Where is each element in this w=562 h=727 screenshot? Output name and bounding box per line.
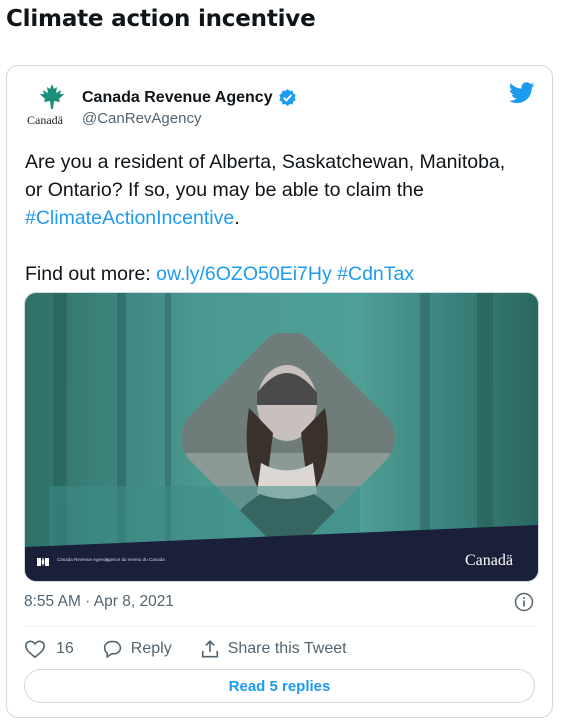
- tweet-text: Are you a resident of Alberta, Saskatche…: [25, 148, 525, 288]
- tweet-text-period: .: [234, 207, 240, 229]
- tweet-actions: 16 Reply Share this Tweet: [24, 636, 375, 662]
- reply-bubble-icon: [103, 640, 121, 659]
- avatar-wordmark: Canadä: [27, 113, 63, 127]
- heart-icon: [25, 640, 45, 659]
- verified-badge-icon: [278, 88, 296, 107]
- twitter-bird-icon[interactable]: [509, 82, 535, 104]
- tweet-text-line2: Find out more:: [25, 263, 157, 285]
- tweet-text-line1: Are you a resident of Alberta, Saskatche…: [25, 151, 506, 201]
- hashtag-climate-action-incentive[interactable]: #ClimateActionIncentive: [25, 207, 234, 229]
- embedded-tweet-card[interactable]: Canadä Canada Revenue Agency @CanRevAgen…: [6, 65, 553, 718]
- media-canada-wordmark: Canadä: [465, 552, 513, 569]
- divider: [24, 626, 535, 627]
- like-count: 16: [56, 640, 74, 657]
- media-footer-french: Agence du revenu du Canada: [105, 557, 165, 562]
- maple-leaf-icon: [40, 84, 64, 109]
- info-icon[interactable]: [514, 592, 534, 612]
- canada-flag-symbol-icon: [37, 557, 49, 566]
- reply-button[interactable]: Reply: [102, 639, 172, 659]
- tweet-link-url[interactable]: ow.ly/6OZO50Ei7Hy: [156, 263, 332, 285]
- tweet-timestamp[interactable]: 8:55 AM · Apr 8, 2021: [24, 593, 174, 611]
- share-label: Share this Tweet: [227, 640, 347, 657]
- tweet-media-image[interactable]: Canada Revenue Agency Agence du revenu d…: [24, 292, 539, 582]
- reply-label: Reply: [130, 640, 172, 657]
- share-upload-icon: [201, 640, 218, 658]
- read-replies-button[interactable]: Read 5 replies: [24, 669, 535, 703]
- hashtag-cdntax[interactable]: #CdnTax: [337, 263, 414, 285]
- media-footer-english: Canada Revenue Agency: [57, 557, 109, 562]
- media-illustration: Canada Revenue Agency Agence du revenu d…: [25, 293, 538, 581]
- share-button[interactable]: Share this Tweet: [200, 639, 347, 659]
- page-title: Climate action incentive: [6, 6, 316, 32]
- author-name-text: Canada Revenue Agency: [82, 88, 273, 106]
- author-name[interactable]: Canada Revenue Agency: [82, 88, 297, 107]
- tweet-text-paragraph-1: Are you a resident of Alberta, Saskatche…: [25, 148, 525, 232]
- tweet-text-paragraph-2: Find out more: ow.ly/6OZO50Ei7Hy #CdnTax: [25, 260, 525, 288]
- avatar[interactable]: Canadä: [25, 80, 81, 130]
- like-button[interactable]: 16: [24, 639, 74, 659]
- author-handle[interactable]: @CanRevAgency: [82, 110, 201, 127]
